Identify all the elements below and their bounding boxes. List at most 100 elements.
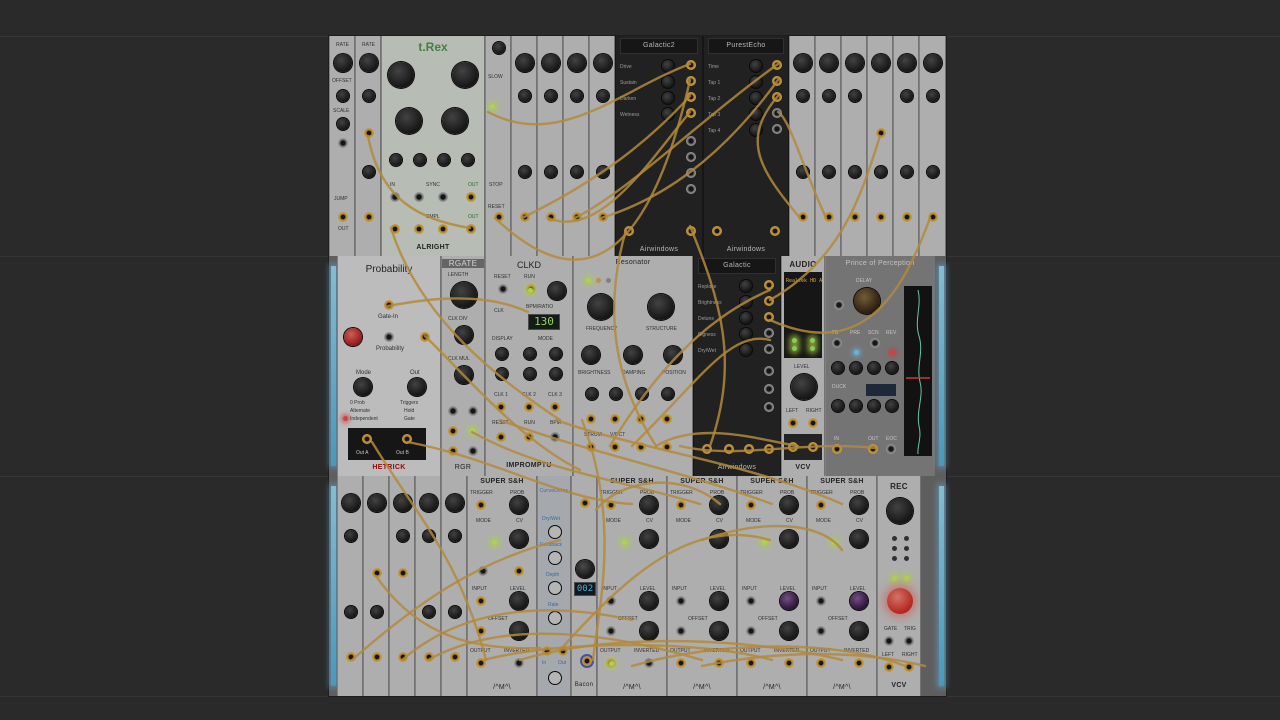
in-jack[interactable] (712, 226, 722, 236)
trex-small-knob[interactable] (414, 154, 426, 166)
left-jack[interactable] (884, 662, 894, 672)
offset-knob[interactable] (423, 530, 435, 542)
replace-knob[interactable] (740, 280, 752, 292)
out-jack[interactable] (686, 226, 696, 236)
scale-knob[interactable] (849, 166, 861, 178)
cv-jack[interactable] (364, 128, 374, 138)
inverted-jack[interactable] (514, 658, 524, 668)
out-jack[interactable] (364, 212, 374, 222)
cv-jack[interactable] (764, 296, 774, 306)
cv-jack[interactable] (764, 280, 774, 290)
right-in-jack[interactable] (808, 418, 818, 428)
out-jack[interactable] (398, 652, 408, 662)
bigness-knob[interactable] (740, 328, 752, 340)
knob[interactable] (850, 362, 862, 374)
cv-jack[interactable] (772, 60, 782, 70)
rate-knob[interactable] (360, 54, 378, 72)
jack[interactable] (636, 414, 646, 424)
offset-knob[interactable] (510, 622, 528, 640)
offset-knob[interactable] (363, 90, 375, 102)
jack[interactable] (764, 366, 774, 376)
knob[interactable] (886, 362, 898, 374)
mode-knob[interactable] (354, 378, 372, 396)
rate-knob[interactable] (516, 54, 534, 72)
out-jack[interactable] (662, 442, 672, 452)
trex-small-knob[interactable] (462, 154, 474, 166)
rate-knob[interactable] (794, 54, 812, 72)
input-jack[interactable] (476, 596, 486, 606)
trigger-jack[interactable] (746, 500, 756, 510)
wetness-knob[interactable] (662, 108, 674, 120)
clk2-jack[interactable] (524, 402, 534, 412)
scale-knob[interactable] (363, 166, 375, 178)
tap1-knob[interactable] (750, 76, 762, 88)
scale-knob[interactable] (371, 606, 383, 618)
cv-knob[interactable] (780, 530, 798, 548)
offset-knob[interactable] (597, 90, 609, 102)
rate-knob[interactable] (549, 612, 561, 624)
inverted-jack[interactable] (714, 658, 724, 668)
cv-jack[interactable] (772, 108, 782, 118)
jack[interactable] (478, 566, 488, 576)
delay-cv-jack[interactable] (834, 300, 844, 310)
cv-knob[interactable] (850, 530, 868, 548)
feedback-knob[interactable] (549, 552, 561, 564)
knob[interactable] (550, 368, 562, 380)
level-knob[interactable] (780, 592, 798, 610)
level-knob[interactable] (791, 374, 817, 400)
run-jack[interactable] (524, 432, 534, 442)
knob[interactable] (496, 348, 508, 360)
level-knob[interactable] (640, 592, 658, 610)
out-jack[interactable] (466, 192, 476, 202)
tap3-knob[interactable] (750, 108, 762, 120)
tap2-knob[interactable] (750, 92, 762, 104)
probability-jack[interactable] (384, 332, 394, 342)
rate-knob[interactable] (568, 54, 586, 72)
clk1-jack[interactable] (496, 402, 506, 412)
in-jack[interactable] (390, 192, 400, 202)
trigger-jack[interactable] (476, 500, 486, 510)
preset-selector[interactable]: PurestEcho (708, 38, 784, 54)
knob[interactable] (496, 368, 508, 380)
out-jack[interactable] (928, 212, 938, 222)
jack[interactable] (764, 402, 774, 412)
strum-jack[interactable] (586, 442, 596, 452)
cv-jack[interactable] (764, 344, 774, 354)
jack[interactable] (448, 406, 458, 416)
right-out-jack[interactable] (808, 442, 818, 452)
dry-wet-knob[interactable] (740, 344, 752, 356)
jack[interactable] (764, 384, 774, 394)
level-knob[interactable] (850, 592, 868, 610)
gate-jack[interactable] (884, 636, 894, 646)
offset-knob[interactable] (449, 530, 461, 542)
input-jack[interactable] (746, 596, 756, 606)
knob[interactable] (868, 400, 880, 412)
knob[interactable] (586, 388, 598, 400)
inverted-jack[interactable] (644, 658, 654, 668)
knob[interactable] (662, 388, 674, 400)
cv-jack[interactable] (772, 92, 782, 102)
scale-knob[interactable] (901, 166, 913, 178)
jack[interactable] (390, 224, 400, 234)
out-jack[interactable] (346, 652, 356, 662)
voct-jack[interactable] (610, 442, 620, 452)
cv-jack[interactable] (764, 328, 774, 338)
knob[interactable] (524, 348, 536, 360)
jack[interactable] (448, 426, 458, 436)
right-jack[interactable] (904, 662, 914, 672)
knob[interactable] (832, 362, 844, 374)
offset-knob[interactable] (901, 90, 913, 102)
input-jack[interactable] (816, 596, 826, 606)
cv-knob[interactable] (510, 530, 528, 548)
scale-knob[interactable] (823, 166, 835, 178)
reset-button[interactable] (498, 284, 508, 294)
clk3-jack[interactable] (550, 402, 560, 412)
scale-knob[interactable] (875, 166, 887, 178)
offset-knob[interactable] (850, 622, 868, 640)
knob[interactable] (832, 400, 844, 412)
offset-knob[interactable] (797, 90, 809, 102)
rate-knob[interactable] (898, 54, 916, 72)
out-jack[interactable] (764, 444, 774, 454)
offset-knob[interactable] (397, 530, 409, 542)
clk-mul-knob[interactable] (455, 366, 473, 384)
